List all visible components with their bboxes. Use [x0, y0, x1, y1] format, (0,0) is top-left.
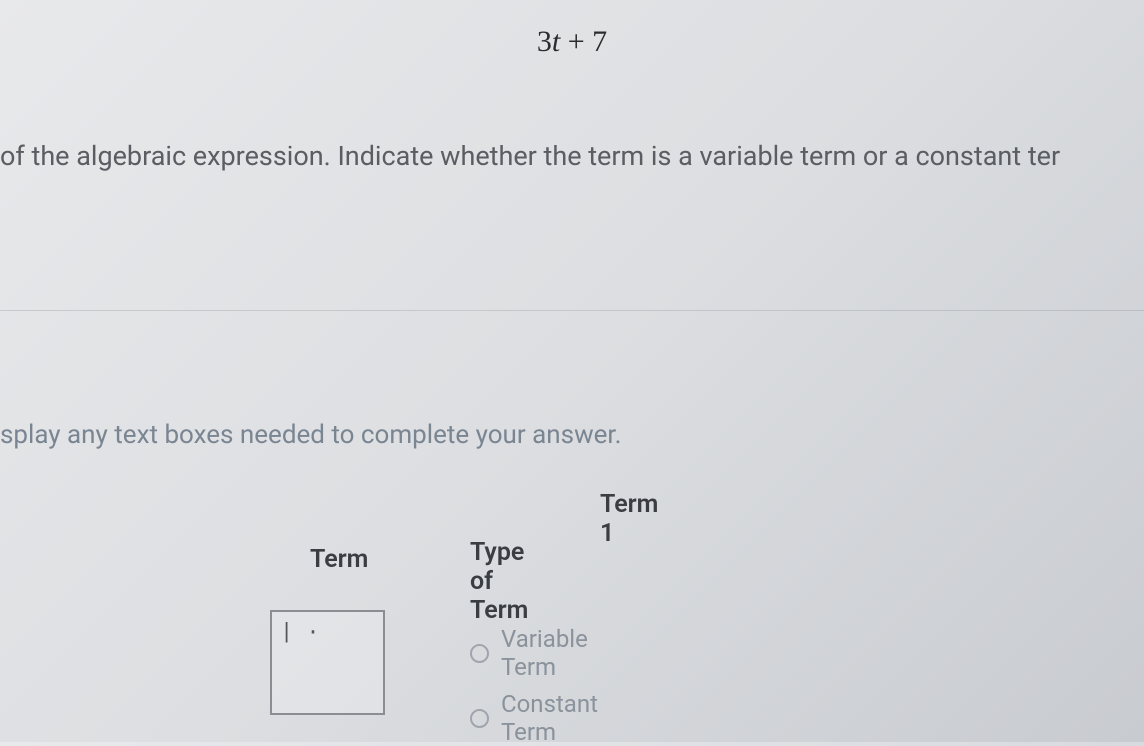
radio-circle-icon: [470, 644, 489, 663]
term-column-header: Term: [310, 545, 368, 574]
answer-hint: splay any text boxes needed to complete …: [0, 420, 622, 450]
term-input[interactable]: | ·: [270, 610, 385, 715]
input-cursor-icon: | ·: [280, 620, 320, 645]
expression-operator: +: [560, 25, 592, 58]
algebraic-expression: 3t + 7: [537, 25, 607, 59]
radio-label-variable: Variable Term: [501, 625, 588, 681]
radio-option-variable[interactable]: Variable Term: [470, 625, 588, 681]
radio-option-constant[interactable]: Constant Term: [470, 690, 598, 746]
question-instruction: of the algebraic expression. Indicate wh…: [0, 140, 1060, 172]
term-1-title: Term 1: [600, 490, 658, 548]
expression-coefficient: 3: [537, 25, 552, 58]
expression-constant: 7: [592, 25, 607, 58]
section-divider: [0, 310, 1144, 311]
radio-circle-icon: [470, 709, 489, 728]
radio-label-constant: Constant Term: [501, 690, 598, 746]
type-column-header: Type of Term: [470, 538, 528, 625]
